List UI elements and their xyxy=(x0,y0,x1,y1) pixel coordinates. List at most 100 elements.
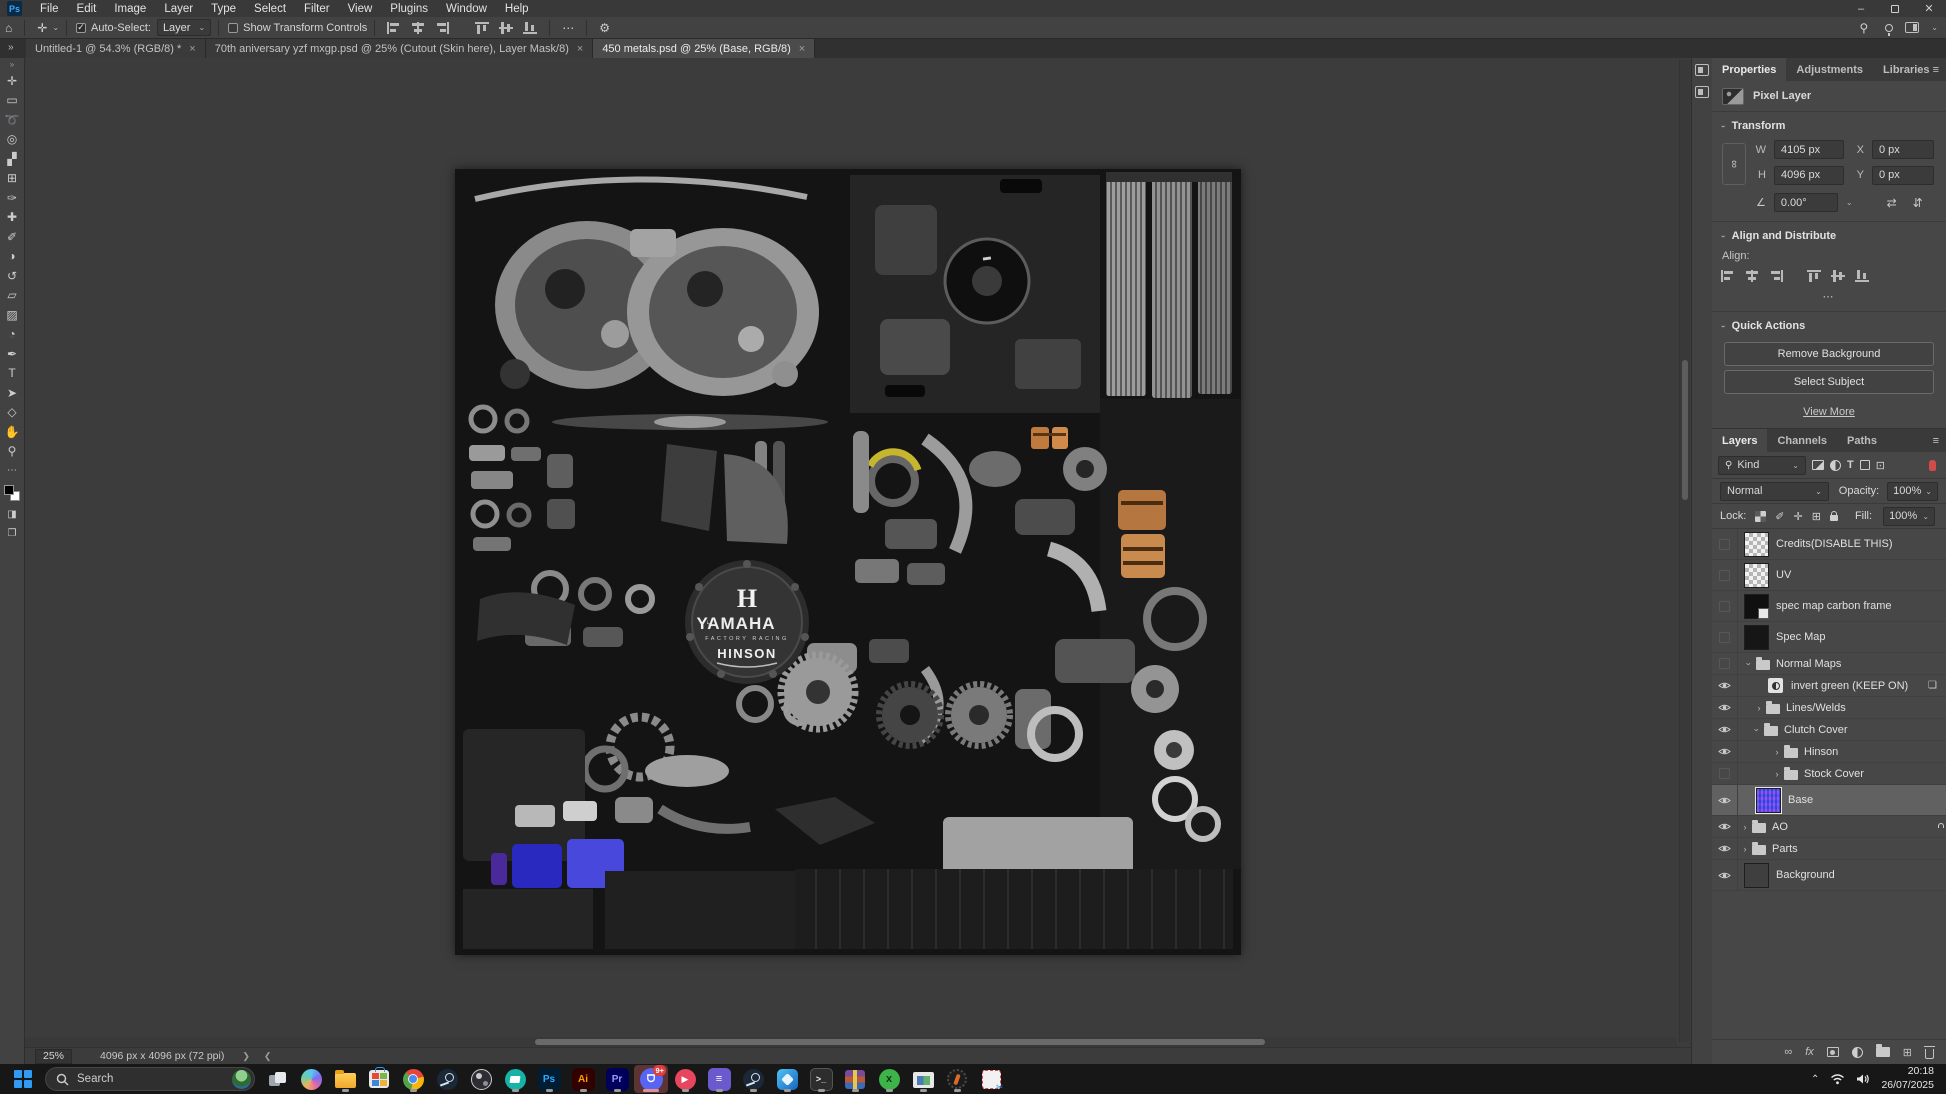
align-more-icon[interactable]: ⋯ xyxy=(1712,284,1946,311)
hand-tool[interactable]: ✋ xyxy=(2,422,23,442)
illustrator-button[interactable]: Ai xyxy=(566,1065,600,1093)
tools-collapse-icon[interactable]: » xyxy=(10,60,14,69)
mx-bikes-button[interactable] xyxy=(940,1065,974,1093)
collapsed-panel-icon-1[interactable] xyxy=(1695,64,1709,76)
remove-background-button[interactable]: Remove Background xyxy=(1724,342,1934,366)
move-tool[interactable]: ✛ xyxy=(2,71,23,91)
menu-view[interactable]: View xyxy=(339,0,382,17)
blend-mode-dropdown[interactable]: Normal ⌄ xyxy=(1720,482,1829,501)
align-right-icon[interactable] xyxy=(435,22,449,34)
height-input[interactable]: 4096 px xyxy=(1774,166,1844,185)
align-top-icon[interactable] xyxy=(1807,270,1821,282)
lasso-tool[interactable]: ➰ xyxy=(2,110,23,130)
doc-tab-450-metals[interactable]: 450 metals.psd @ 25% (Base, RGB/8) × xyxy=(593,39,815,58)
group-expand-chevron-icon[interactable]: › xyxy=(1752,725,1762,735)
discord-button[interactable]: ᗜ 9+ xyxy=(634,1065,668,1093)
type-tool[interactable]: T xyxy=(2,364,23,384)
volume-icon[interactable] xyxy=(1856,1073,1870,1085)
playlist-app-button[interactable]: ≡ xyxy=(702,1065,736,1093)
filter-adjustment-layers-icon[interactable] xyxy=(1830,460,1841,471)
layer-group-stock-cover[interactable]: › Stock Cover xyxy=(1712,763,1946,785)
align-bottom-icon[interactable] xyxy=(1855,270,1869,282)
layer-thumbnail-smart-object[interactable] xyxy=(1744,594,1769,619)
visibility-toggle[interactable] xyxy=(1712,860,1738,890)
width-input[interactable]: 4105 px xyxy=(1774,140,1844,159)
minimize-button[interactable]: – xyxy=(1844,0,1878,17)
new-layer-icon[interactable]: ⊞ xyxy=(1903,1046,1912,1059)
visibility-toggle[interactable] xyxy=(1712,741,1738,762)
chevron-down-icon[interactable]: › xyxy=(1719,325,1728,328)
menu-type[interactable]: Type xyxy=(202,0,245,17)
visibility-toggle[interactable] xyxy=(1712,560,1738,590)
layer-thumbnail[interactable] xyxy=(1744,563,1769,588)
object-selection-tool[interactable]: ◎ xyxy=(2,130,23,150)
close-button[interactable]: ✕ xyxy=(1912,0,1946,17)
add-layer-mask-icon[interactable] xyxy=(1827,1047,1839,1057)
layer-group-normal-maps[interactable]: › Normal Maps xyxy=(1712,653,1946,675)
panel-menu-icon[interactable]: ≡ xyxy=(1933,64,1939,76)
chevron-down-icon[interactable]: › xyxy=(1719,235,1728,238)
close-tab-icon[interactable]: × xyxy=(799,43,805,55)
chrome-button[interactable] xyxy=(396,1065,430,1093)
delete-layer-icon[interactable] xyxy=(1925,1049,1934,1059)
filter-smart-objects-icon[interactable]: ⊡ xyxy=(1876,459,1885,472)
menu-file[interactable]: File xyxy=(31,0,68,17)
align-bottom-icon[interactable] xyxy=(523,22,537,34)
layer-thumbnail[interactable] xyxy=(1744,625,1769,650)
move-tool-icon[interactable]: ✛ xyxy=(32,21,52,35)
lock-position-icon[interactable]: ✛ xyxy=(1794,510,1803,523)
wifi-icon[interactable] xyxy=(1830,1073,1845,1085)
visibility-toggle[interactable] xyxy=(1712,653,1738,674)
quick-mask-icon[interactable]: ◨ xyxy=(2,505,23,525)
visibility-toggle[interactable] xyxy=(1712,838,1738,859)
close-tab-icon[interactable]: × xyxy=(189,43,195,55)
layer-row-spec-map[interactable]: Spec Map xyxy=(1712,622,1946,653)
layer-group-clutch-cover[interactable]: › Clutch Cover xyxy=(1712,719,1946,741)
menu-plugins[interactable]: Plugins xyxy=(381,0,437,17)
zoom-tool[interactable]: ⚲ xyxy=(2,442,23,462)
tab-overflow-icon[interactable]: » xyxy=(8,42,14,53)
discover-lightbulb-icon[interactable] xyxy=(1885,24,1893,32)
link-dimensions-button[interactable]: ∞ xyxy=(1722,143,1746,185)
align-center-vertical-icon[interactable] xyxy=(1831,270,1845,282)
screen-mode-icon[interactable]: ❐ xyxy=(2,524,23,544)
doc-tab-untitled[interactable]: Untitled-1 @ 54.3% (RGB/8) * × xyxy=(26,39,206,58)
copilot-button[interactable] xyxy=(294,1065,328,1093)
horizontal-scroll-thumb[interactable] xyxy=(535,1039,1265,1045)
layer-group-lines-welds[interactable]: › Lines/Welds xyxy=(1712,697,1946,719)
align-top-icon[interactable] xyxy=(475,22,489,34)
group-expand-chevron-icon[interactable]: › xyxy=(1772,747,1782,757)
chevron-down-icon[interactable]: › xyxy=(1719,125,1728,128)
select-subject-button[interactable]: Select Subject xyxy=(1724,370,1934,394)
frame-tool[interactable]: ⊞ xyxy=(2,169,23,189)
lock-all-icon[interactable] xyxy=(1830,515,1838,521)
color-swatches[interactable] xyxy=(4,485,20,501)
y-input[interactable]: 0 px xyxy=(1872,166,1934,185)
visibility-toggle[interactable] xyxy=(1712,719,1738,740)
eraser-tool[interactable]: ▱ xyxy=(2,286,23,306)
obs-button[interactable] xyxy=(464,1065,498,1093)
terminal-button[interactable]: >_ xyxy=(804,1065,838,1093)
youtube-music-button[interactable]: ▶ xyxy=(668,1065,702,1093)
group-expand-chevron-icon[interactable]: › xyxy=(1740,822,1750,832)
x-input[interactable]: 0 px xyxy=(1872,140,1934,159)
shape-tool[interactable]: ◇ xyxy=(2,403,23,423)
xbox-button[interactable]: x xyxy=(872,1065,906,1093)
vertical-scroll-thumb[interactable] xyxy=(1682,360,1688,500)
show-transform-checkbox[interactable] xyxy=(228,23,238,33)
close-tab-icon[interactable]: × xyxy=(577,43,583,55)
gear-icon[interactable]: ⚙ xyxy=(594,21,615,35)
horizontal-scrollbar[interactable] xyxy=(25,1037,1677,1047)
auto-select-target-dropdown[interactable]: Layer ⌄ xyxy=(157,19,211,36)
menu-edit[interactable]: Edit xyxy=(68,0,106,17)
align-left-icon[interactable] xyxy=(387,22,401,34)
align-left-icon[interactable] xyxy=(1721,270,1735,282)
status-prev-icon[interactable]: ❮ xyxy=(264,1051,286,1061)
system-app-button[interactable] xyxy=(906,1065,940,1093)
lock-image-pixels-icon[interactable]: ✐ xyxy=(1775,510,1784,523)
align-right-icon[interactable] xyxy=(1769,270,1783,282)
path-selection-tool[interactable]: ➤ xyxy=(2,383,23,403)
history-brush-tool[interactable]: ↺ xyxy=(2,266,23,286)
layer-group-hinson[interactable]: › Hinson xyxy=(1712,741,1946,763)
tab-channels[interactable]: Channels xyxy=(1767,429,1837,452)
